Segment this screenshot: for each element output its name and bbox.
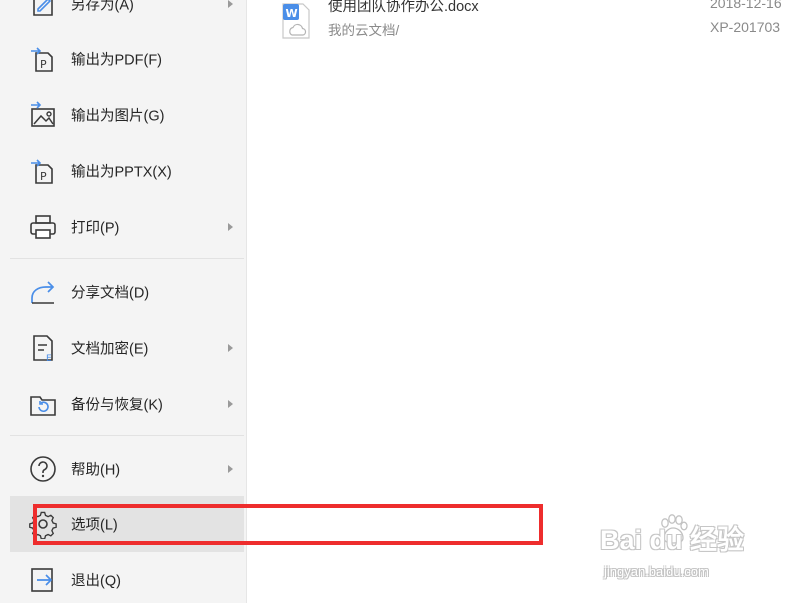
menu-item-exit[interactable]: 退出(Q)	[10, 552, 244, 608]
svg-text:P: P	[40, 58, 47, 71]
file-path: 我的云文档/	[328, 23, 400, 38]
menu-item-label: 文档加密(E)	[71, 341, 149, 358]
word-document-icon: W	[281, 2, 311, 40]
submenu-arrow-icon	[228, 344, 233, 352]
printer-icon	[28, 212, 58, 242]
help-icon	[28, 454, 58, 484]
menu-item-label: 输出为图片(G)	[71, 108, 165, 125]
menu-item-export-pdf[interactable]: P 输出为PDF(F)	[10, 31, 244, 87]
menu-item-label: 帮助(H)	[71, 462, 121, 479]
menu-item-label: 备份与恢复(K)	[71, 397, 163, 414]
menu-item-label: 分享文档(D)	[71, 285, 150, 302]
document-encrypt-icon: E	[28, 333, 58, 363]
submenu-arrow-icon	[228, 465, 233, 473]
file-date: 2018-12-16	[710, 0, 782, 11]
save-as-icon	[28, 0, 58, 19]
watermark-url: jingyan.baidu.com	[604, 564, 709, 579]
submenu-arrow-icon	[228, 0, 233, 8]
export-pptx-icon: P	[28, 156, 58, 186]
file-host: XP-201703	[710, 19, 781, 35]
svg-text:P: P	[40, 170, 47, 183]
submenu-arrow-icon	[228, 223, 233, 231]
exit-icon	[28, 565, 58, 595]
highlight-annotation-box	[33, 504, 543, 545]
menu-item-export-pptx[interactable]: P 输出为PPTX(X)	[10, 143, 244, 199]
menu-item-save-as[interactable]: 另存为(A)	[10, 0, 244, 32]
menu-item-backup-restore[interactable]: 备份与恢复(K)	[10, 376, 244, 432]
menu-item-export-image[interactable]: 输出为图片(G)	[10, 87, 244, 143]
submenu-arrow-icon	[228, 400, 233, 408]
backup-restore-icon	[28, 389, 58, 419]
watermark-brand: Bai du 经验	[600, 525, 745, 555]
share-icon	[28, 277, 58, 307]
svg-text:W: W	[286, 7, 298, 20]
menu-divider	[10, 258, 244, 259]
menu-divider	[10, 435, 244, 436]
menu-item-label: 输出为PDF(F)	[71, 52, 163, 69]
export-image-icon	[28, 100, 58, 130]
menu-item-label: 输出为PPTX(X)	[71, 164, 172, 181]
file-name: 使用团队协作办公.docx	[328, 0, 479, 15]
menu-item-label: 另存为(A)	[71, 0, 134, 14]
menu-item-help[interactable]: 帮助(H)	[10, 441, 244, 497]
menu-item-share[interactable]: 分享文档(D)	[10, 264, 244, 320]
baidu-jingyan-watermark: Bai du 经验 jingyan.baidu.com	[600, 512, 780, 598]
menu-item-encrypt[interactable]: E 文档加密(E)	[10, 320, 244, 376]
menu-item-label: 退出(Q)	[71, 573, 121, 590]
menu-item-print[interactable]: 打印(P)	[10, 199, 244, 255]
recent-file-row[interactable]: W 使用团队协作办公.docx 我的云文档/ 2018-12-16 XP-201…	[279, 0, 787, 42]
menu-item-label: 打印(P)	[71, 220, 120, 237]
svg-text:E: E	[46, 354, 52, 363]
export-pdf-icon: P	[28, 44, 58, 74]
